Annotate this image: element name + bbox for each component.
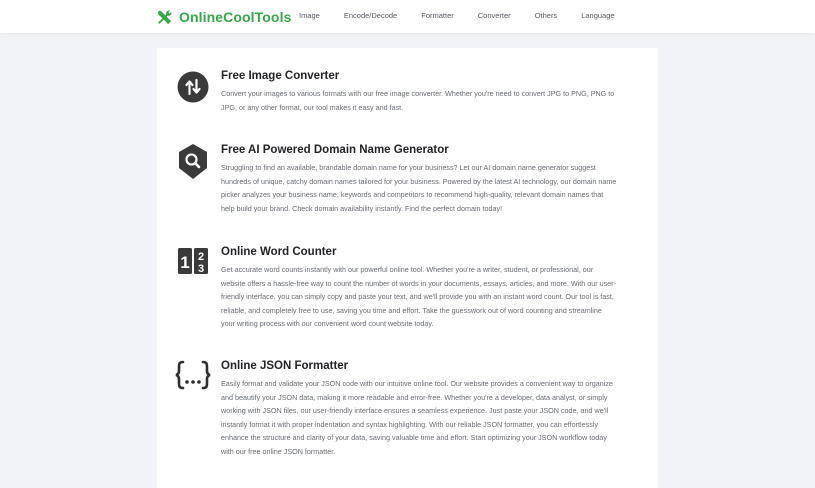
tool-title-image-converter[interactable]: Free Image Converter bbox=[221, 70, 339, 82]
tool-title-word-counter[interactable]: Online Word Counter bbox=[221, 246, 336, 258]
tool-description: Struggling to find an available, brandab… bbox=[221, 163, 617, 213]
brand-name: OnlineCoolTools bbox=[179, 9, 292, 25]
tool-title-domain-generator[interactable]: Free AI Powered Domain Name Generator bbox=[221, 144, 449, 156]
convert-arrows-icon bbox=[176, 70, 210, 104]
tool-description: Convert your images to various formats w… bbox=[221, 89, 615, 112]
svg-text:3: 3 bbox=[198, 263, 204, 275]
nav-item-image[interactable]: Image bbox=[299, 11, 320, 20]
nav-item-language[interactable]: Language bbox=[581, 11, 614, 20]
main-nav: Image Encode/Decode Formatter Converter … bbox=[299, 11, 639, 20]
curly-braces-icon bbox=[174, 358, 212, 392]
search-badge-icon bbox=[176, 142, 210, 180]
tool-description: Get accurate word counts instantly with … bbox=[221, 265, 616, 329]
brand-logo-link[interactable]: OnlineCoolTools bbox=[156, 7, 291, 27]
number-counter-icon: 1 2 3 bbox=[176, 244, 210, 278]
tool-description: Easily format and validate your JSON cod… bbox=[221, 379, 613, 456]
top-navbar: OnlineCoolTools Image Encode/Decode Form… bbox=[0, 0, 815, 33]
tool-title-json-formatter[interactable]: Online JSON Formatter bbox=[221, 360, 348, 372]
nav-item-formatter[interactable]: Formatter bbox=[421, 11, 454, 20]
nav-item-encode-decode[interactable]: Encode/Decode bbox=[344, 11, 397, 20]
svg-text:1: 1 bbox=[180, 253, 189, 272]
tools-list-card: Free Image Converter Convert your images… bbox=[157, 48, 658, 488]
svg-text:2: 2 bbox=[198, 251, 204, 263]
nav-item-converter[interactable]: Converter bbox=[478, 11, 511, 20]
tools-icon bbox=[157, 10, 172, 24]
nav-item-others[interactable]: Others bbox=[535, 11, 558, 20]
